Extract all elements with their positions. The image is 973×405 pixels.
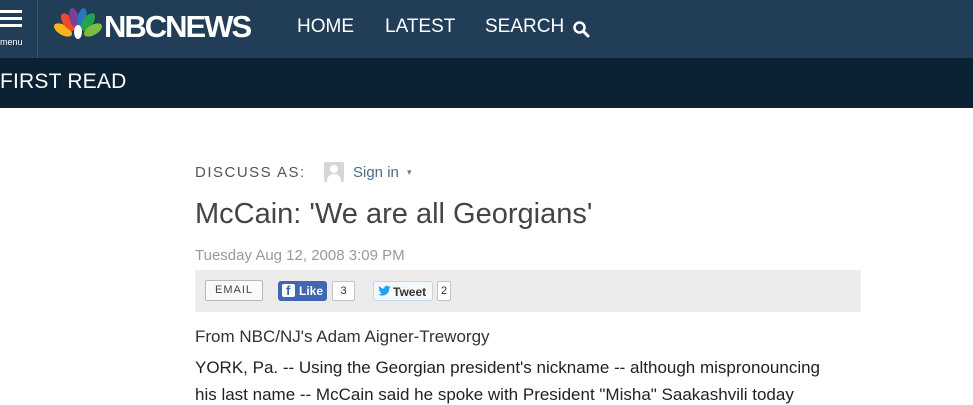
hamburger-icon xyxy=(0,10,22,31)
top-nav-bar: menu NBCNEWS HOME LATEST SEARCH xyxy=(0,0,973,58)
email-button[interactable]: EMAIL xyxy=(205,280,263,301)
menu-label: menu xyxy=(0,37,23,47)
search-icon[interactable] xyxy=(572,20,590,38)
twitter-bird-icon xyxy=(378,285,391,296)
section-title[interactable]: FIRST READ xyxy=(0,70,126,94)
body-line: his last name -- McCain said he spoke wi… xyxy=(195,385,794,404)
like-count: 3 xyxy=(332,281,355,301)
discuss-label: DISCUSS AS: xyxy=(195,164,306,181)
body-line: YORK, Pa. -- Using the Georgian presiden… xyxy=(195,358,820,377)
tweet-button[interactable]: Tweet xyxy=(373,281,433,301)
facebook-like-button[interactable]: Like xyxy=(278,281,327,301)
nav-home-link[interactable]: HOME xyxy=(297,16,354,38)
avatar-icon xyxy=(324,162,344,182)
peacock-icon xyxy=(54,8,102,39)
article-byline: From NBC/NJ's Adam Aigner-Treworgy xyxy=(195,327,490,346)
article-headline: McCain: 'We are all Georgians' xyxy=(195,198,593,230)
tweet-count: 2 xyxy=(437,281,451,301)
nav-latest-link[interactable]: LATEST xyxy=(385,16,455,38)
facebook-icon xyxy=(282,283,295,298)
article-body: YORK, Pa. -- Using the Georgian presiden… xyxy=(195,354,865,405)
share-bar: EMAIL Like 3 Tweet 2 xyxy=(195,270,861,312)
nav-search-link[interactable]: SEARCH xyxy=(485,16,564,38)
like-label: Like xyxy=(299,284,324,298)
tweet-label: Tweet xyxy=(393,285,427,299)
chevron-down-icon[interactable]: ▾ xyxy=(407,167,412,178)
section-bar: FIRST READ xyxy=(0,58,973,108)
sign-in-link[interactable]: Sign in xyxy=(353,164,399,181)
nbc-news-logo[interactable]: NBCNEWS xyxy=(54,8,259,44)
logo-wordmark: NBCNEWS xyxy=(104,9,252,44)
menu-button[interactable]: menu xyxy=(0,0,38,58)
article-date: Tuesday Aug 12, 2008 3:09 PM xyxy=(195,247,405,264)
